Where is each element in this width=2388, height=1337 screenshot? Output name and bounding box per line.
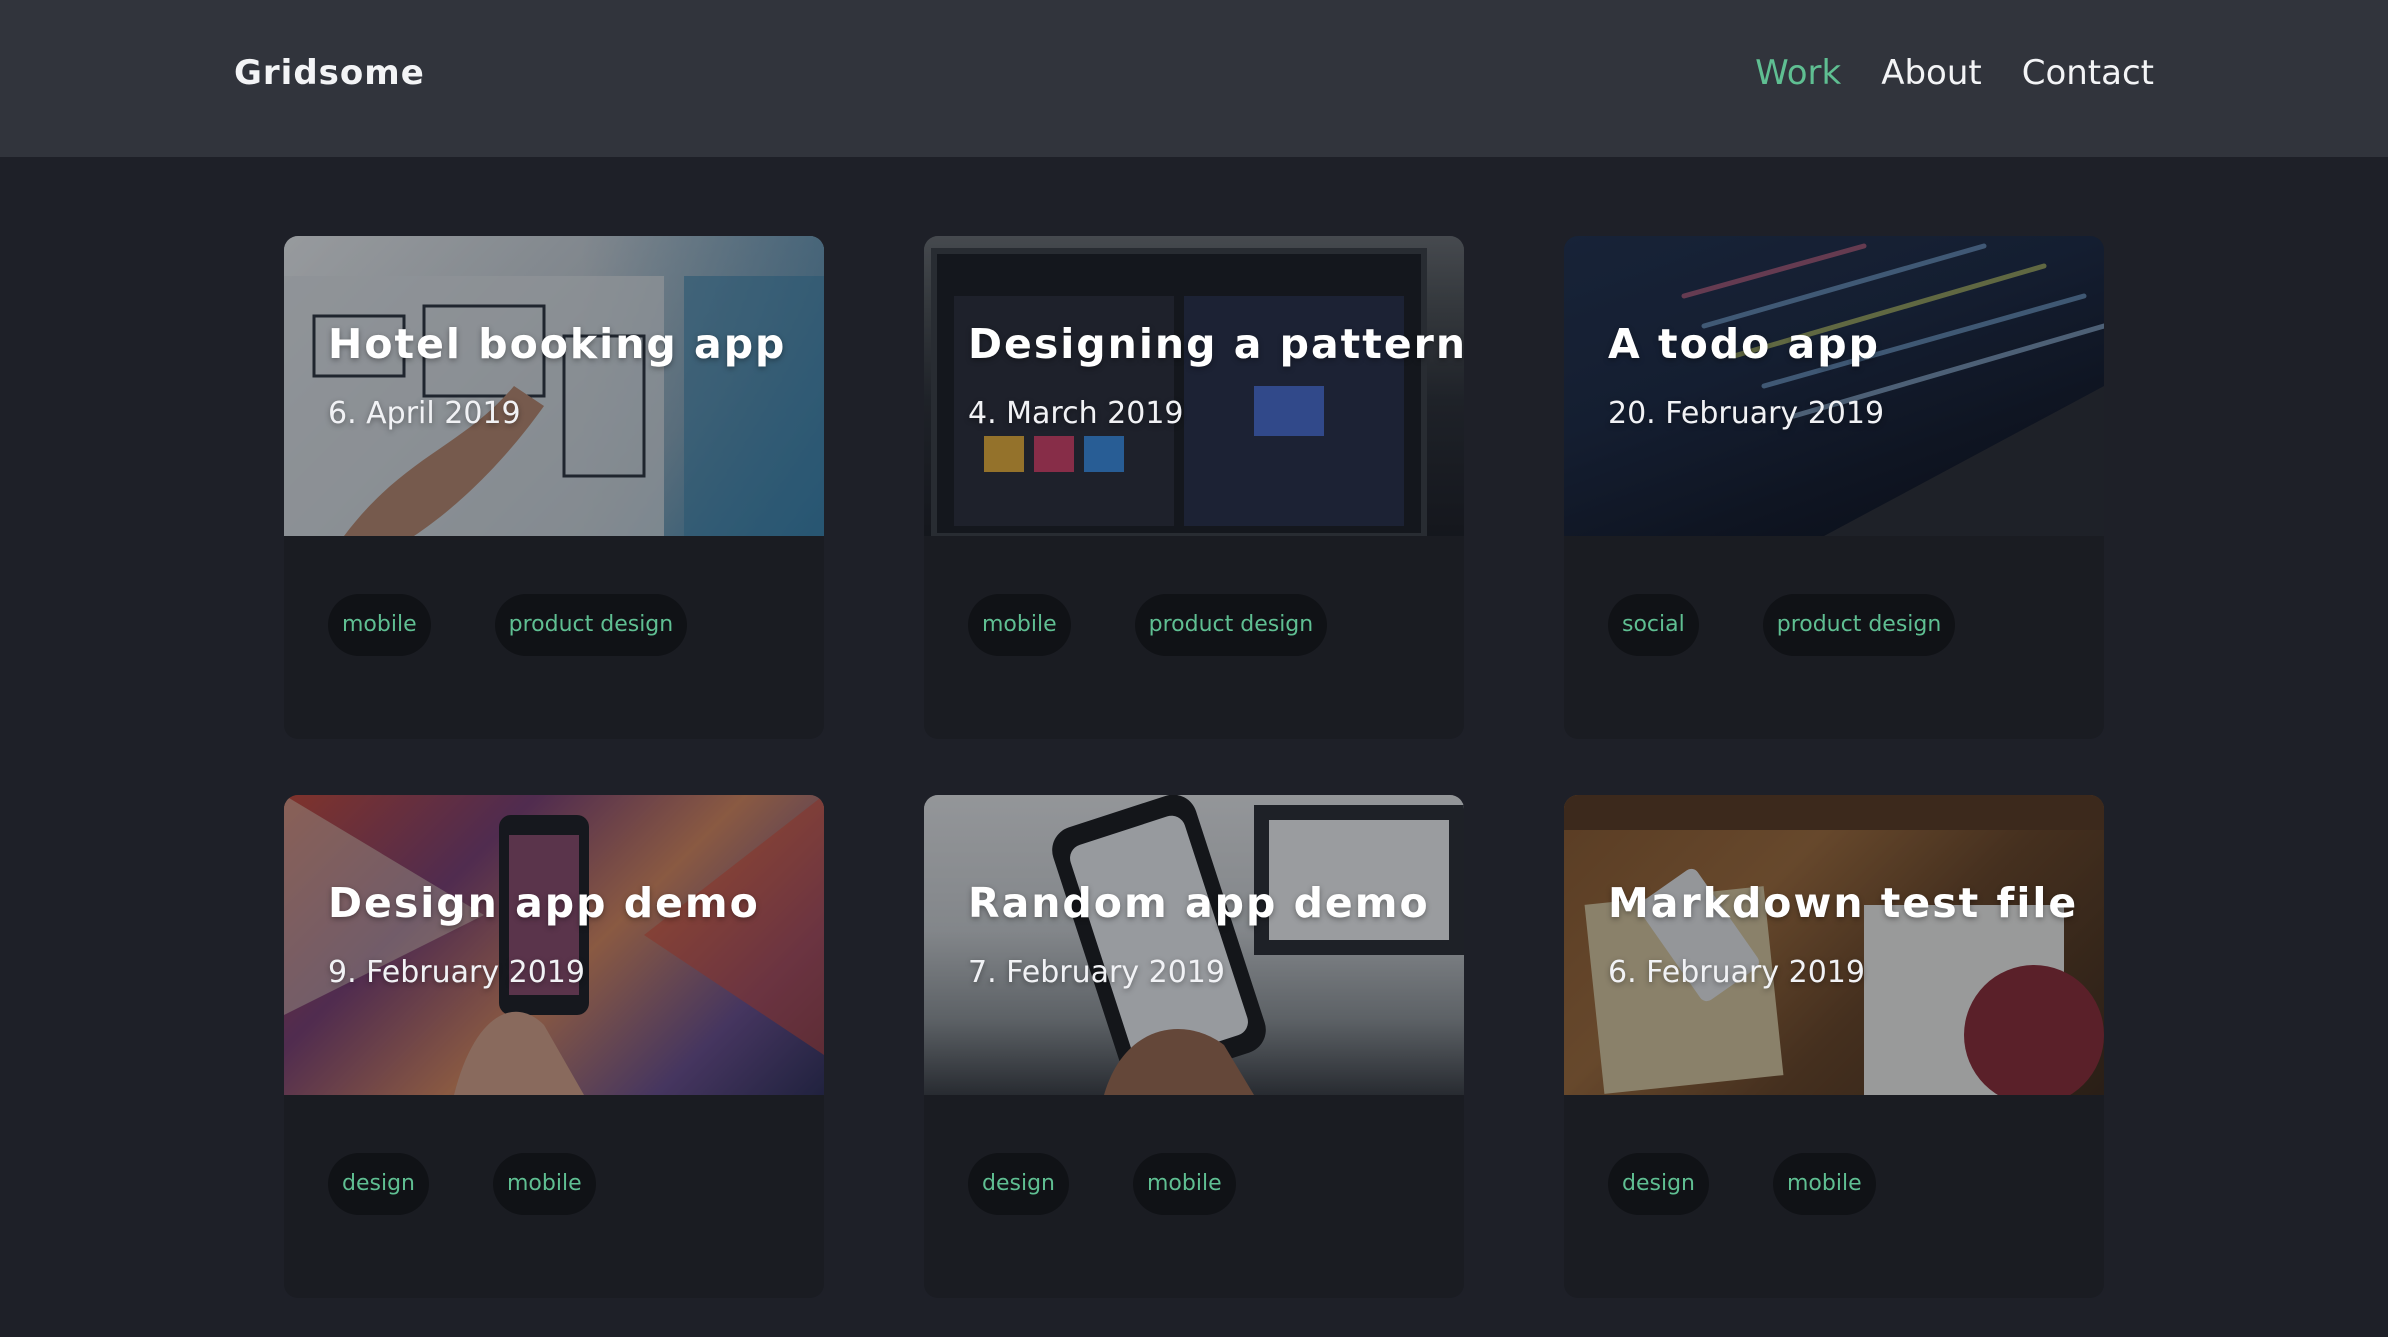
project-card[interactable]: Random app demo 7. February 2019 design …	[924, 795, 1464, 1298]
project-cover-image: A todo app 20. February 2019	[1564, 236, 2104, 536]
project-title: Design app demo	[328, 879, 760, 928]
tag-list: mobile product design	[968, 594, 1328, 656]
tag-chip[interactable]: design	[1608, 1153, 1709, 1215]
project-card[interactable]: A todo app 20. February 2019 social prod…	[1564, 236, 2104, 739]
tag-list: design mobile	[328, 1153, 596, 1215]
project-date: 7. February 2019	[968, 955, 1225, 990]
tag-chip[interactable]: social	[1608, 594, 1699, 656]
project-date: 4. March 2019	[968, 396, 1184, 431]
nav-link-contact[interactable]: Contact	[2022, 50, 2154, 96]
tag-list: mobile product design	[328, 594, 688, 656]
nav-link-work[interactable]: Work	[1755, 50, 1841, 96]
tag-chip[interactable]: design	[328, 1153, 429, 1215]
project-date: 9. February 2019	[328, 955, 585, 990]
tag-chip[interactable]: mobile	[968, 594, 1071, 656]
image-overlay	[284, 236, 824, 536]
project-title: Markdown test file	[1608, 879, 2079, 928]
main-nav: Work About Contact	[1755, 50, 2154, 96]
project-cover-image: Random app demo 7. February 2019	[924, 795, 1464, 1095]
tag-list: social product design	[1608, 594, 1956, 656]
tag-list: design mobile	[968, 1153, 1236, 1215]
image-overlay	[284, 795, 824, 1095]
project-date: 20. February 2019	[1608, 396, 1885, 431]
top-bar: Gridsome Work About Contact	[0, 0, 2388, 157]
project-title: Random app demo	[968, 879, 1430, 928]
tag-list: design mobile	[1608, 1153, 1876, 1215]
project-card[interactable]: Designing a pattern 4. March 2019 mobile…	[924, 236, 1464, 739]
project-title: Hotel booking app	[328, 320, 787, 369]
project-card[interactable]: Hotel booking app 6. April 2019 mobile p…	[284, 236, 824, 739]
project-title: A todo app	[1608, 320, 1880, 369]
tag-chip[interactable]: product design	[1762, 594, 1956, 656]
nav-link-about[interactable]: About	[1881, 50, 1982, 96]
project-card[interactable]: Design app demo 9. February 2019 design …	[284, 795, 824, 1298]
tag-chip[interactable]: product design	[1134, 594, 1328, 656]
project-cover-image: Designing a pattern 4. March 2019	[924, 236, 1464, 536]
project-cover-image: Hotel booking app 6. April 2019	[284, 236, 824, 536]
project-card[interactable]: Markdown test file 6. February 2019 desi…	[1564, 795, 2104, 1298]
image-overlay	[924, 236, 1464, 536]
project-title: Designing a pattern	[968, 320, 1464, 369]
project-date: 6. April 2019	[328, 396, 521, 431]
project-cover-image: Markdown test file 6. February 2019	[1564, 795, 2104, 1095]
project-cover-image: Design app demo 9. February 2019	[284, 795, 824, 1095]
tag-chip[interactable]: design	[968, 1153, 1069, 1215]
tag-chip[interactable]: mobile	[1772, 1153, 1876, 1215]
tag-chip[interactable]: mobile	[492, 1153, 596, 1215]
image-overlay	[1564, 236, 2104, 536]
image-overlay	[924, 795, 1464, 1095]
project-date: 6. February 2019	[1608, 955, 1865, 990]
tag-chip[interactable]: product design	[494, 594, 688, 656]
image-overlay	[1564, 795, 2104, 1095]
project-grid: Hotel booking app 6. April 2019 mobile p…	[284, 236, 2104, 1298]
site-logo-link[interactable]: Gridsome	[234, 50, 425, 96]
tag-chip[interactable]: mobile	[328, 594, 431, 656]
tag-chip[interactable]: mobile	[1132, 1153, 1236, 1215]
